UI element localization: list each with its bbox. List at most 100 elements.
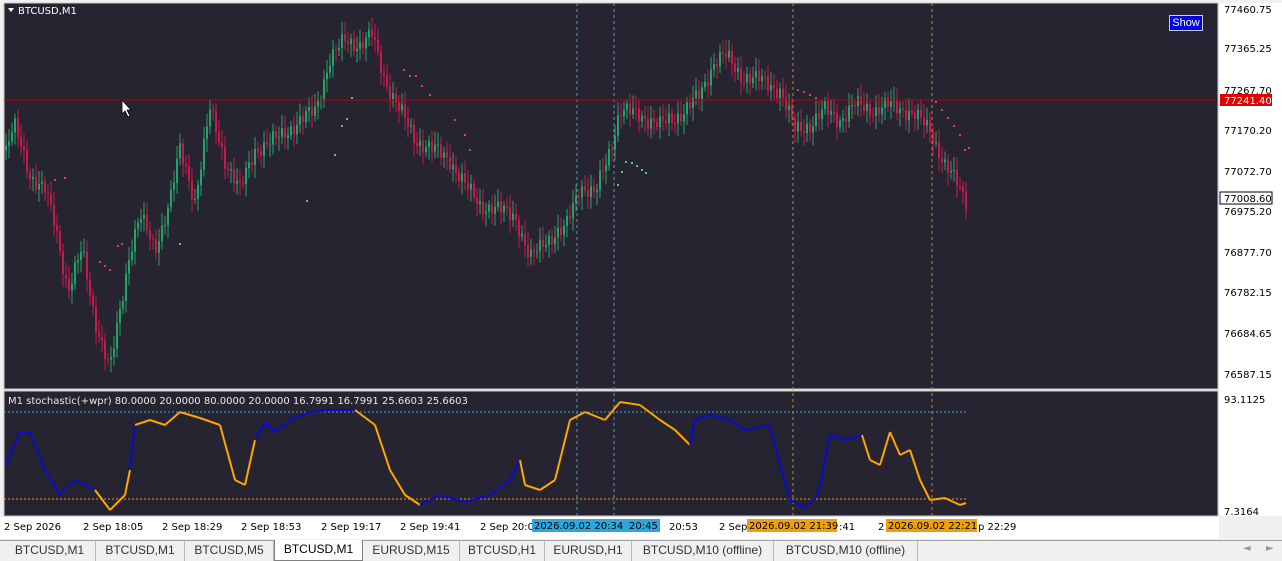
candle-body (425, 147, 427, 153)
candle-body (620, 115, 622, 117)
time-tick: 2 Sep (719, 522, 747, 533)
candle-body (5, 145, 7, 150)
candle-body (473, 183, 475, 198)
main-chart-area[interactable] (3, 2, 1219, 390)
sar-dot (104, 265, 106, 267)
candle-body (896, 99, 898, 114)
candle-body (347, 41, 349, 44)
candle-body (110, 356, 112, 360)
candle-body (233, 169, 235, 184)
sar-dot (631, 162, 633, 164)
candle-body (212, 109, 214, 111)
candle-body (242, 182, 244, 184)
candle-body (200, 169, 202, 185)
candle-body (161, 225, 163, 242)
candle-body (728, 50, 730, 58)
candle-body (404, 104, 406, 118)
sar-dot (421, 85, 423, 87)
show-button[interactable]: Show (1169, 15, 1203, 31)
candle-body (452, 164, 454, 170)
sar-dot (809, 94, 811, 96)
time-tick: 2 (878, 522, 884, 533)
tab-scroll-right-icon[interactable]: ► (1266, 543, 1274, 554)
candle-body (431, 141, 433, 152)
candle-body (86, 251, 88, 280)
candle-body (938, 141, 940, 159)
indicator-area[interactable] (3, 390, 1219, 517)
candle-body (197, 185, 199, 199)
candle-body (536, 251, 538, 253)
candle-body (221, 142, 223, 147)
candle-body (77, 260, 79, 263)
candle-body (959, 185, 961, 187)
tab-btcusd-m10-offline-a[interactable]: BTCUSD,M10 (offline) (632, 541, 774, 561)
candle-body (821, 109, 823, 119)
candle-body (647, 119, 649, 129)
candle-body (827, 101, 829, 115)
sar-dot (621, 171, 623, 173)
tab-eurusd-h1[interactable]: EURUSD,H1 (545, 541, 632, 561)
candle-body (914, 112, 916, 120)
candle-body (941, 158, 943, 163)
candle-body (251, 162, 253, 166)
candle-body (656, 121, 658, 127)
candle-body (59, 231, 61, 252)
price-tick: 77460.75 (1224, 5, 1272, 16)
candle-body (560, 227, 562, 235)
candle-body (116, 322, 118, 349)
candle-body (623, 109, 625, 116)
candle-body (368, 29, 370, 38)
candle-body (356, 48, 358, 52)
candle-body (731, 50, 733, 64)
sar-dot (334, 154, 336, 156)
candle-body (236, 180, 238, 184)
candle-body (23, 146, 25, 151)
candle-body (689, 102, 691, 108)
candle-body (269, 144, 271, 146)
tab-btcusd-m1-a[interactable]: BTCUSD,M1 (4, 541, 96, 561)
candle-body (608, 149, 610, 166)
candle-body (98, 332, 100, 337)
candle-body (569, 215, 571, 219)
candle-body (800, 121, 802, 132)
sar-dot (341, 125, 343, 127)
tab-btcusd-m5[interactable]: BTCUSD,M5 (185, 541, 274, 561)
tab-btcusd-h1[interactable]: BTCUSD,H1 (460, 541, 545, 561)
candle-body (521, 233, 523, 237)
candle-body (548, 236, 550, 245)
tab-btcusd-m1-b[interactable]: BTCUSD,M1 (96, 541, 185, 561)
candle-body (518, 220, 520, 237)
candle-body (296, 124, 298, 135)
chart-window[interactable]: BTCUSD,M1 77460.75 77365.25 77267.70 771… (0, 0, 1282, 540)
candle-body (479, 201, 481, 205)
candle-body (137, 222, 139, 229)
candle-body (710, 69, 712, 86)
candle-body (272, 131, 274, 145)
tab-scroll-left-icon[interactable]: ◄ (1243, 543, 1251, 554)
candle-body (350, 38, 352, 44)
candle-body (428, 141, 430, 148)
candle-body (590, 186, 592, 198)
tab-eurusd-m15[interactable]: EURUSD,M15 (363, 541, 460, 561)
candle-body (839, 120, 841, 128)
candle-body (905, 109, 907, 121)
candle-body (665, 120, 667, 123)
candle-body (833, 111, 835, 114)
tab-btcusd-m1-active[interactable]: BTCUSD,M1 (274, 540, 363, 561)
price-tick: 76587.15 (1224, 370, 1272, 381)
candle-body (512, 213, 514, 220)
candle-body (557, 227, 559, 238)
candle-body (947, 159, 949, 173)
candle-body (722, 52, 724, 54)
time-tick: 2 Sep 18:29 (162, 522, 222, 533)
candle-body (725, 53, 727, 58)
candle-body (719, 52, 721, 67)
candle-body (107, 359, 109, 361)
tab-btcusd-m10-offline-b[interactable]: BTCUSD,M10 (offline) (774, 541, 918, 561)
candle-body (113, 348, 115, 357)
candle-body (641, 115, 643, 122)
candle-body (584, 186, 586, 191)
candle-body (41, 181, 43, 184)
price-tick: 76877.70 (1224, 248, 1272, 259)
candle-body (89, 279, 91, 296)
